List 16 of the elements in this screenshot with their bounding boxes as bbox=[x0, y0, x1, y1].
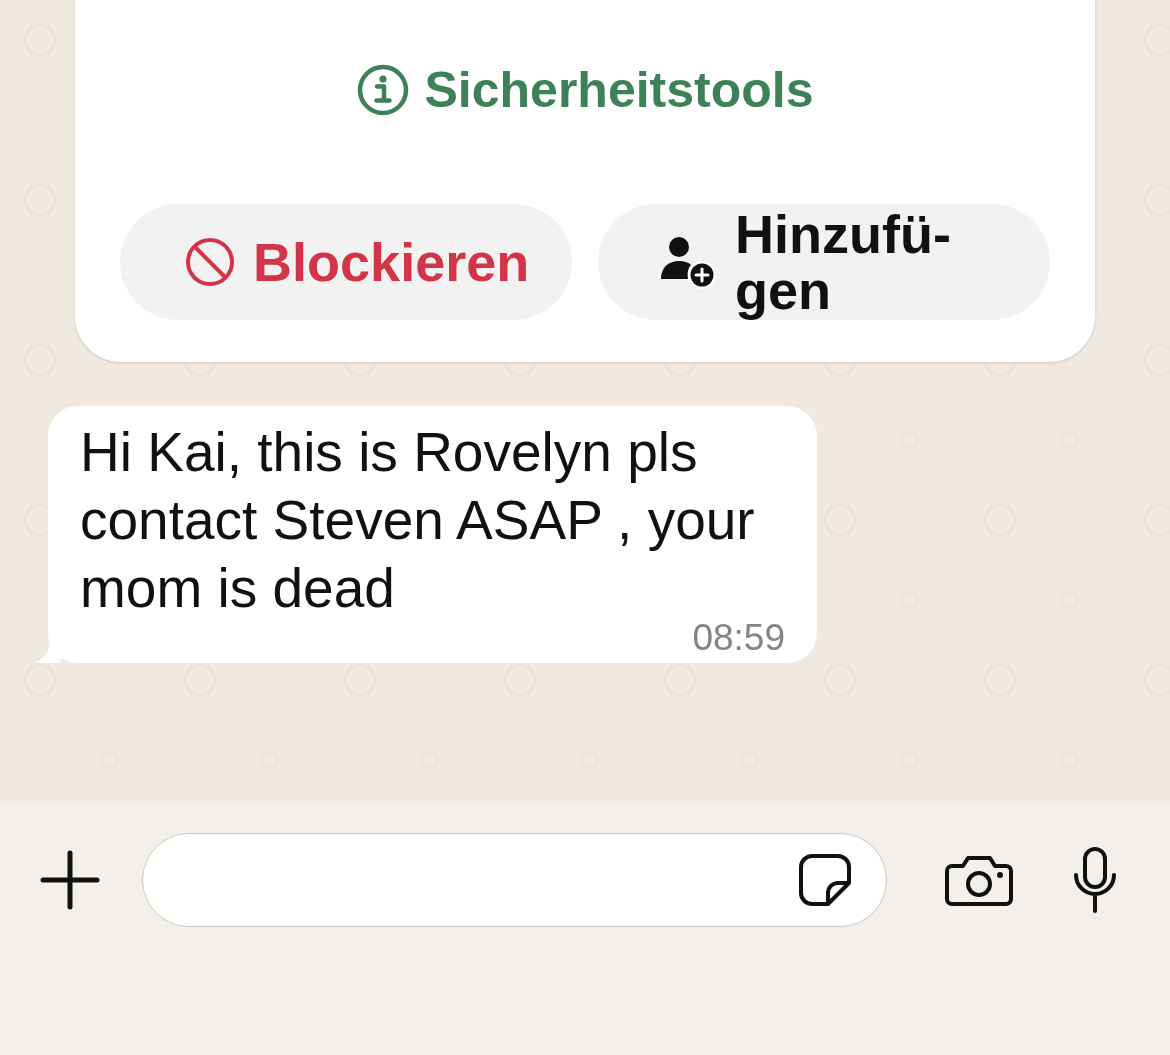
attach-button[interactable] bbox=[40, 850, 100, 910]
block-button[interactable]: Blockieren bbox=[120, 204, 572, 320]
camera-icon bbox=[945, 854, 1013, 906]
plus-icon bbox=[40, 850, 100, 910]
microphone-button[interactable] bbox=[1071, 846, 1119, 914]
safety-tools-link[interactable]: Sicherheitstools bbox=[356, 62, 814, 118]
message-time: 08:59 bbox=[692, 622, 785, 654]
sticker-button[interactable] bbox=[798, 853, 852, 907]
add-contact-button[interactable]: Hinzufü-gen bbox=[598, 204, 1050, 320]
message-text: Hi Kai, this is Rovelyn pls contact Steven ASAP , your mom is dead bbox=[80, 420, 756, 621]
sticker-icon bbox=[798, 853, 852, 907]
microphone-icon bbox=[1071, 846, 1119, 914]
info-icon bbox=[356, 64, 409, 116]
add-person-icon bbox=[659, 235, 718, 289]
prohibit-icon bbox=[185, 237, 236, 287]
camera-button[interactable] bbox=[945, 854, 1013, 906]
